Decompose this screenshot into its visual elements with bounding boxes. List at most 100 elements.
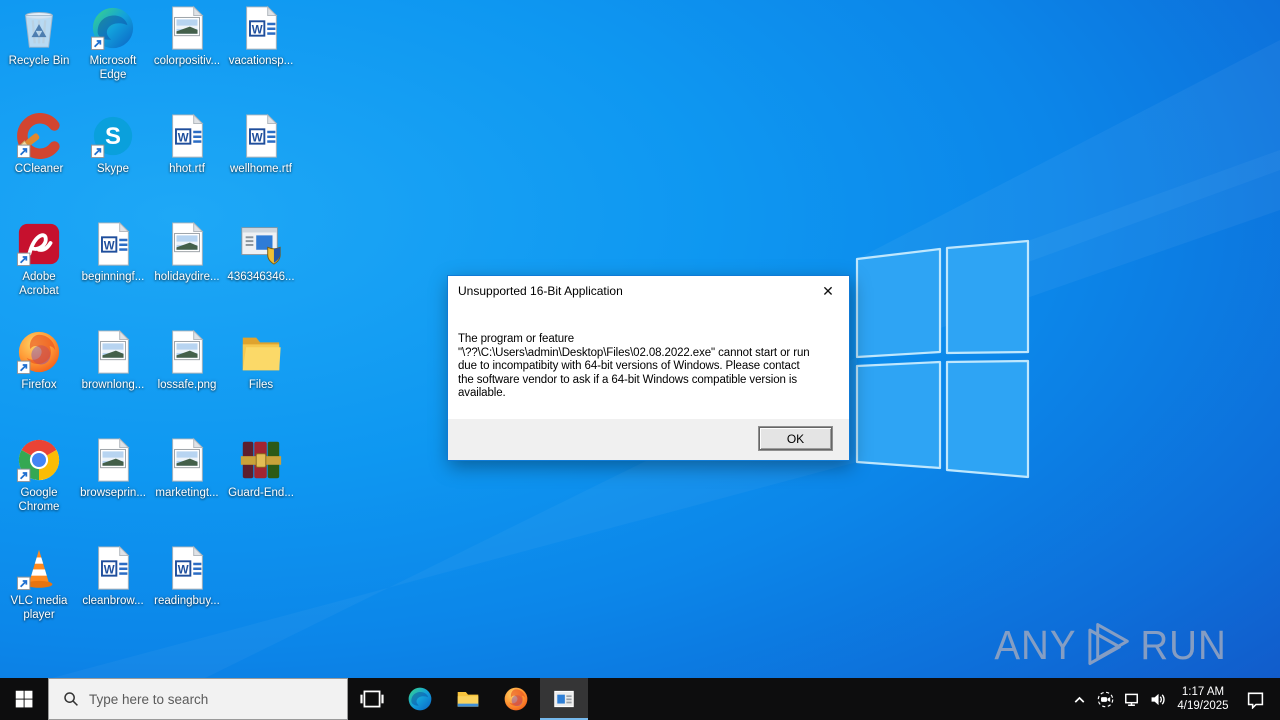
- desktop-icon-label: beginningf...: [81, 271, 145, 283]
- desktop-icon-label: browseprin...: [80, 487, 146, 499]
- desktop-icon-vacationsp[interactable]: W vacationsp...: [224, 4, 298, 112]
- taskbar-clock[interactable]: 1:17 AM 4/19/2025: [1170, 685, 1236, 713]
- watermark-run-text: RUN: [1140, 621, 1227, 668]
- desktop-icon-firefox[interactable]: Firefox: [2, 328, 76, 436]
- system-tray: 1:17 AM 4/19/2025: [1066, 678, 1280, 720]
- action-center-button[interactable]: [1236, 678, 1274, 720]
- desktop-icon-label: wellhome.rtf: [230, 163, 292, 175]
- network-icon: [1124, 693, 1138, 706]
- desktop-icon-label: cleanbrow...: [82, 595, 144, 607]
- desktop-icon-beginningf[interactable]: W beginningf...: [76, 220, 150, 328]
- taskbar-app-window-dialog[interactable]: [540, 678, 588, 720]
- desktop-icon-label: VLC media player: [10, 595, 68, 622]
- desktop-icon-label: Recycle Bin: [8, 55, 70, 67]
- ok-button[interactable]: OK: [759, 427, 832, 450]
- vlc-icon: [16, 549, 53, 591]
- desktop-icon-readingbuy[interactable]: W readingbuy...: [150, 544, 224, 652]
- word-file-icon: W: [172, 113, 204, 158]
- desktop-icon-label: marketingt...: [155, 487, 219, 499]
- desktop-icon-label: 436346346...: [227, 271, 295, 283]
- folder-icon: [242, 337, 281, 371]
- desktop-icon-label: colorpositiv...: [153, 55, 221, 67]
- desktop-icon-label: Google Chrome: [18, 487, 60, 514]
- desktop-icon-browseprin[interactable]: browseprin...: [76, 436, 150, 544]
- desktop-icon-label: Firefox: [21, 379, 57, 391]
- watermark-any-text: ANY: [994, 621, 1077, 668]
- taskbar-app-firefox[interactable]: [492, 678, 540, 720]
- search-input[interactable]: Type here to search: [48, 678, 348, 720]
- ccleaner-icon: [16, 113, 60, 159]
- tray-meet-now-button[interactable]: [1092, 678, 1118, 720]
- recycle-bin-icon: [25, 11, 53, 48]
- tray-chevron-up-button[interactable]: [1066, 678, 1092, 720]
- close-icon[interactable]: ✕: [807, 276, 849, 306]
- desktop-icon-label: hhot.rtf: [169, 163, 205, 175]
- image-file-icon: [98, 437, 130, 482]
- image-file-icon: [172, 221, 204, 266]
- tray-network-button[interactable]: [1118, 678, 1144, 720]
- desktop-icon-lossafe-png[interactable]: lossafe.png: [150, 328, 224, 436]
- chrome-icon: [16, 439, 60, 483]
- image-file-icon: [98, 329, 130, 374]
- search-placeholder: Type here to search: [89, 691, 209, 707]
- windows-start-icon: [15, 690, 33, 708]
- task-view-icon: [360, 690, 384, 708]
- desktop-icon-cleanbrow[interactable]: W cleanbrow...: [76, 544, 150, 652]
- dialog-title: Unsupported 16-Bit Application: [458, 284, 623, 298]
- window-dialog-icon: [554, 690, 574, 708]
- clock-time: 1:17 AM: [1181, 686, 1225, 698]
- tray-volume-button[interactable]: [1144, 678, 1170, 720]
- desktop-icon-label: Skype: [97, 163, 129, 175]
- svg-text:W: W: [104, 564, 115, 576]
- start-button[interactable]: [0, 678, 48, 720]
- taskbar-app-edge[interactable]: [396, 678, 444, 720]
- desktop-icon-guard-end[interactable]: Guard-End...: [224, 436, 298, 544]
- desktop-icon-brownlong[interactable]: brownlong...: [76, 328, 150, 436]
- taskbar-app-file-explorer[interactable]: [444, 678, 492, 720]
- desktop-icon-grid: Recycle Bin Microsoft Edge colorpositiv.…: [2, 4, 298, 652]
- desktop-icon-holidaydire[interactable]: holidaydire...: [150, 220, 224, 328]
- dialog-footer: OK: [448, 419, 849, 460]
- dialog-message: The program or feature "\??\C:\Users\adm…: [458, 333, 810, 399]
- svg-text:W: W: [178, 132, 189, 144]
- word-file-icon: W: [246, 5, 278, 50]
- edge-icon: [408, 687, 432, 711]
- windows-desktop-screen: Recycle Bin Microsoft Edge colorpositiv.…: [0, 0, 1280, 720]
- desktop-icon-skype[interactable]: S Skype: [76, 112, 150, 220]
- desktop-icon-hhot-rtf[interactable]: W hhot.rtf: [150, 112, 224, 220]
- desktop-icon-label: Guard-End...: [228, 487, 294, 499]
- word-file-icon: W: [98, 545, 130, 590]
- desktop-icon-files[interactable]: Files: [224, 328, 298, 436]
- desktop-icon-google-chrome[interactable]: Google Chrome: [2, 436, 76, 544]
- image-file-icon: [172, 329, 204, 374]
- desktop-icon-436346346[interactable]: 436346346...: [224, 220, 298, 328]
- meet-now-icon: [1097, 691, 1113, 707]
- desktop-icon-microsoft-edge[interactable]: Microsoft Edge: [76, 4, 150, 112]
- desktop-icon-label: readingbuy...: [154, 595, 220, 607]
- desktop-icon-recycle-bin[interactable]: Recycle Bin: [2, 4, 76, 112]
- desktop-icon-label: CCleaner: [14, 163, 64, 175]
- dialog-titlebar[interactable]: Unsupported 16-Bit Application ✕: [448, 276, 849, 306]
- desktop-icon-label: Adobe Acrobat: [19, 271, 59, 298]
- svg-text:W: W: [104, 240, 115, 252]
- svg-text:W: W: [252, 132, 263, 144]
- chevron-up-icon: [1074, 696, 1084, 703]
- taskbar-app-task-view[interactable]: [348, 678, 396, 720]
- desktop-icon-ccleaner[interactable]: CCleaner: [2, 112, 76, 220]
- word-file-icon: W: [246, 113, 278, 158]
- firefox-icon: [504, 687, 528, 711]
- desktop-icon-colorpositiv[interactable]: colorpositiv...: [150, 4, 224, 112]
- desktop-icon-vlc-media-player[interactable]: VLC media player: [2, 544, 76, 652]
- desktop-icon-marketingt[interactable]: marketingt...: [150, 436, 224, 544]
- desktop-icon-adobe-acrobat[interactable]: Adobe Acrobat: [2, 220, 76, 328]
- firefox-icon: [16, 331, 60, 375]
- winrar-icon: [240, 441, 282, 479]
- desktop-icon-label: Files: [248, 379, 274, 391]
- desktop-icon-wellhome-rtf[interactable]: W wellhome.rtf: [224, 112, 298, 220]
- unsupported-16bit-dialog: Unsupported 16-Bit Application ✕ The pro…: [447, 275, 850, 461]
- acrobat-icon: [16, 223, 60, 267]
- installer-icon: [241, 227, 281, 265]
- clock-date: 4/19/2025: [1177, 700, 1229, 712]
- svg-text:S: S: [105, 123, 121, 150]
- taskbar: Type here to search 1:17 AM 4/19/2025: [0, 678, 1280, 720]
